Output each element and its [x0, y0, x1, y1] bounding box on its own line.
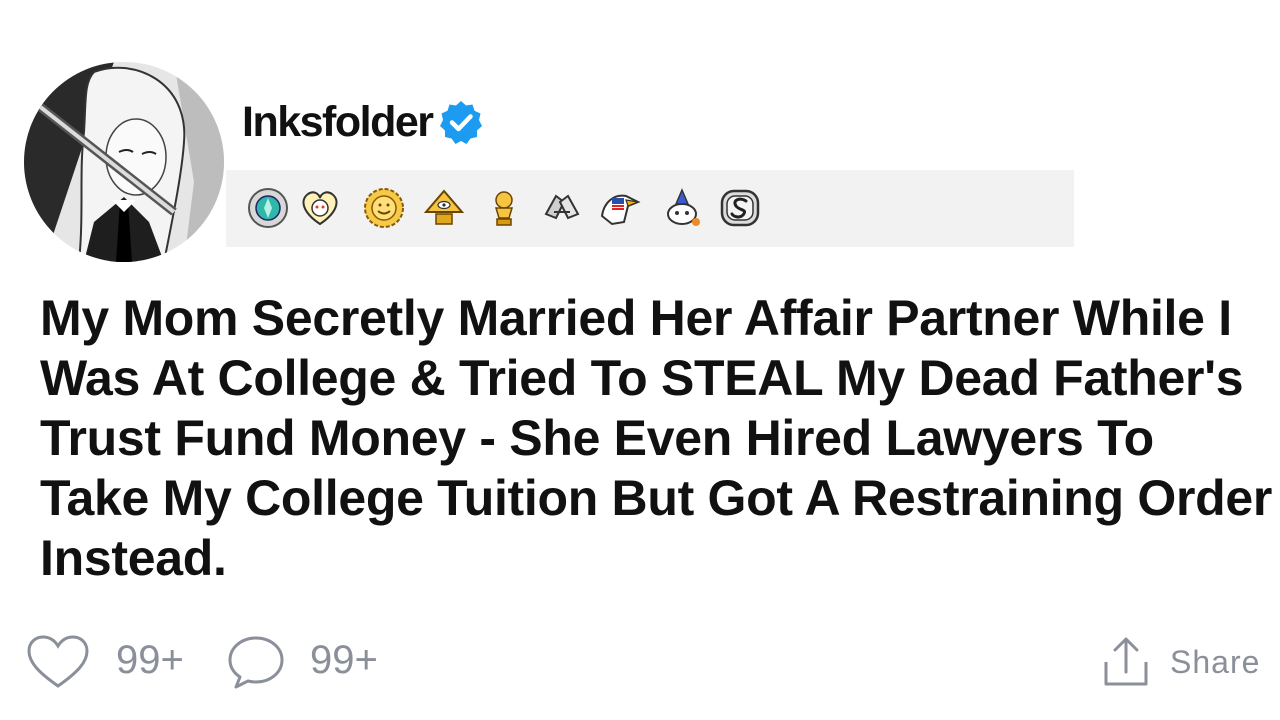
- handshake-award-icon[interactable]: [540, 186, 584, 230]
- silver-s-award-icon[interactable]: [718, 186, 762, 230]
- comment-count: 99+: [310, 638, 378, 682]
- wholesome-heart-award-icon[interactable]: [298, 186, 342, 230]
- silver-gem-award-icon[interactable]: [246, 186, 290, 230]
- username-row: Inksfolder: [242, 94, 485, 150]
- username[interactable]: Inksfolder: [242, 98, 434, 147]
- gold-trophy-award-icon[interactable]: [482, 186, 526, 230]
- gold-sun-award-icon[interactable]: [362, 186, 406, 230]
- share-icon[interactable]: [1102, 636, 1150, 688]
- share-button[interactable]: Share: [1170, 644, 1260, 681]
- like-count: 99+: [116, 638, 184, 682]
- verified-badge-icon: [439, 101, 482, 144]
- avatar[interactable]: [24, 62, 224, 262]
- avatar-illustration: [24, 62, 224, 262]
- illuminati-pyramid-award-icon[interactable]: [422, 186, 466, 230]
- comment-icon[interactable]: [226, 634, 286, 690]
- heart-icon[interactable]: [26, 634, 90, 690]
- awards-strip: [226, 170, 1074, 247]
- action-bar: 99+ 99+ Share: [0, 628, 1280, 692]
- post-title: My Mom Secretly Married Her Affair Partn…: [40, 290, 1273, 586]
- snoo-party-award-icon[interactable]: [660, 186, 704, 230]
- eagle-flag-award-icon[interactable]: [598, 186, 642, 230]
